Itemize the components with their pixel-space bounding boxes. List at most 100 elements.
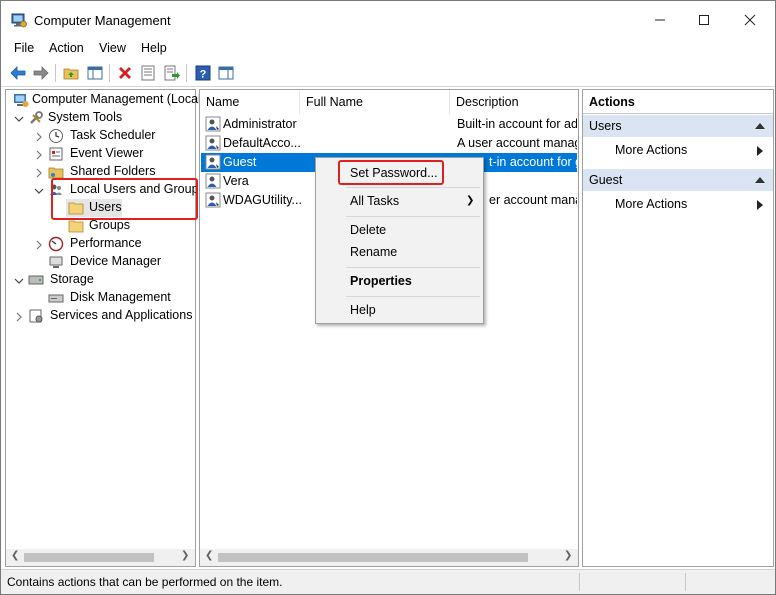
actions-section-guest[interactable]: Guest [583,169,773,191]
tree-label: Disk Management [70,290,171,304]
storage-icon [28,275,44,285]
scroll-thumb[interactable] [24,553,154,562]
scroll-right-arrow-icon[interactable]: ❯ [564,550,572,561]
performance-gauge-icon [48,236,64,252]
collapse-chevron-icon[interactable] [14,114,24,124]
expand-chevron-icon[interactable] [34,168,44,178]
menu-item-help[interactable]: Help [350,303,376,317]
cell-name: DefaultAcco... [223,136,301,150]
list-row-defaultaccount[interactable]: DefaultAcco... A user account manage [201,134,577,153]
menu-file[interactable]: File [14,41,34,55]
tree-horizontal-scrollbar[interactable]: ❮ ❯ [6,549,195,566]
column-header-name[interactable]: Name [200,90,300,114]
tree-item-services-and-applications[interactable]: Services and Applications [28,307,198,325]
tree-label: Device Manager [70,254,162,268]
scroll-right-arrow-icon[interactable]: ❯ [181,550,189,561]
collapse-triangle-icon [755,177,765,183]
list-horizontal-scrollbar[interactable]: ❮ ❯ [200,549,578,566]
back-button[interactable] [8,63,28,83]
expand-chevron-icon[interactable] [34,150,44,160]
menu-help[interactable]: Help [141,41,167,55]
help-button[interactable]: ? [193,63,213,83]
clock-icon [49,129,63,143]
folder-up-icon [63,68,79,80]
user-icon [205,173,221,189]
back-arrow-icon [10,66,26,80]
forward-arrow-icon [33,66,49,80]
export-list-icon [164,65,180,81]
tree-label: Shared Folders [70,164,156,178]
event-viewer-icon [49,147,63,161]
tree-label: Groups [89,218,130,232]
menu-action[interactable]: Action [49,41,84,55]
menu-item-properties[interactable]: Properties [350,274,412,288]
tree-label: Services and Applications [50,308,193,322]
export-list-button[interactable] [162,63,182,83]
expand-chevron-icon[interactable] [34,240,44,250]
user-icon [205,135,221,151]
tree-item-task-scheduler[interactable]: Task Scheduler [48,127,198,145]
tree-label: Event Viewer [70,146,144,160]
menu-view[interactable]: View [99,41,126,55]
properties-sheet-icon [141,65,155,81]
scroll-left-arrow-icon[interactable]: ❮ [11,550,19,561]
status-text: Contains actions that can be performed o… [7,575,283,589]
toolbar-separator [55,64,56,82]
help-question-icon: ? [195,65,211,81]
close-button[interactable] [727,1,773,39]
section-title: Guest [589,173,623,187]
highlight-box-set-password [338,160,444,185]
expand-chevron-icon[interactable] [34,132,44,142]
toolbar-separator [186,64,187,82]
cell-description: Built-in account for adı [457,117,577,131]
tree-label: System Tools [48,110,123,124]
tree-item-computer-management[interactable]: Computer Management (Local [10,91,201,109]
delete-button[interactable] [115,63,135,83]
tree-item-disk-management[interactable]: Disk Management [48,289,198,307]
tree-item-storage[interactable]: Storage [28,271,198,289]
menu-item-all-tasks[interactable]: All Tasks [350,194,399,208]
collapse-chevron-icon[interactable] [14,276,24,286]
expand-chevron-icon[interactable] [14,312,24,322]
menu-separator [346,267,480,268]
action-more-actions-guest[interactable]: More Actions [615,197,687,211]
actions-pane: Actions Users More Actions Guest More Ac… [582,89,774,567]
highlight-box-local-users [51,178,198,220]
list-row-administrator[interactable]: Administrator Built-in account for adı [201,115,577,134]
menu-item-delete[interactable]: Delete [350,223,386,237]
user-icon [205,116,221,132]
up-one-level-button[interactable] [61,63,81,83]
cell-description: A user account manage [457,136,577,150]
computer-management-window: Computer Management File Action View Hel… [0,0,776,595]
tree-item-event-viewer[interactable]: Event Viewer [48,145,198,163]
tree-item-system-tools[interactable]: System Tools [28,109,198,127]
device-manager-icon [49,256,63,268]
column-header-full-name[interactable]: Full Name [300,90,450,114]
tree-item-device-manager[interactable]: Device Manager [48,253,198,271]
divider [583,113,773,114]
status-bar: Contains actions that can be performed o… [1,569,775,594]
collapse-chevron-icon[interactable] [34,186,44,196]
menu-item-rename[interactable]: Rename [350,245,397,259]
delete-x-icon [119,67,131,79]
tree-label: Computer Management (Local [32,92,201,106]
actions-section-users[interactable]: Users [583,115,773,137]
submenu-triangle-icon [757,200,763,210]
scroll-thumb[interactable] [218,553,528,562]
properties-button[interactable] [138,63,158,83]
tree-item-performance[interactable]: Performance [48,235,198,253]
scroll-left-arrow-icon[interactable]: ❮ [205,550,213,561]
column-header-description[interactable]: Description [450,90,578,114]
maximize-button[interactable] [681,1,727,39]
action-more-actions-users[interactable]: More Actions [615,143,687,157]
show-hide-action-pane-button[interactable] [216,63,236,83]
show-hide-console-tree-button[interactable] [85,63,105,83]
minimize-button[interactable] [637,1,683,39]
toolbar: ? [1,59,775,87]
forward-button[interactable] [31,63,51,83]
cell-description: t-in account for gu [489,155,577,169]
actions-title: Actions [589,95,635,109]
disk-management-icon [48,294,64,303]
menu-separator [346,216,480,217]
section-title: Users [589,119,622,133]
